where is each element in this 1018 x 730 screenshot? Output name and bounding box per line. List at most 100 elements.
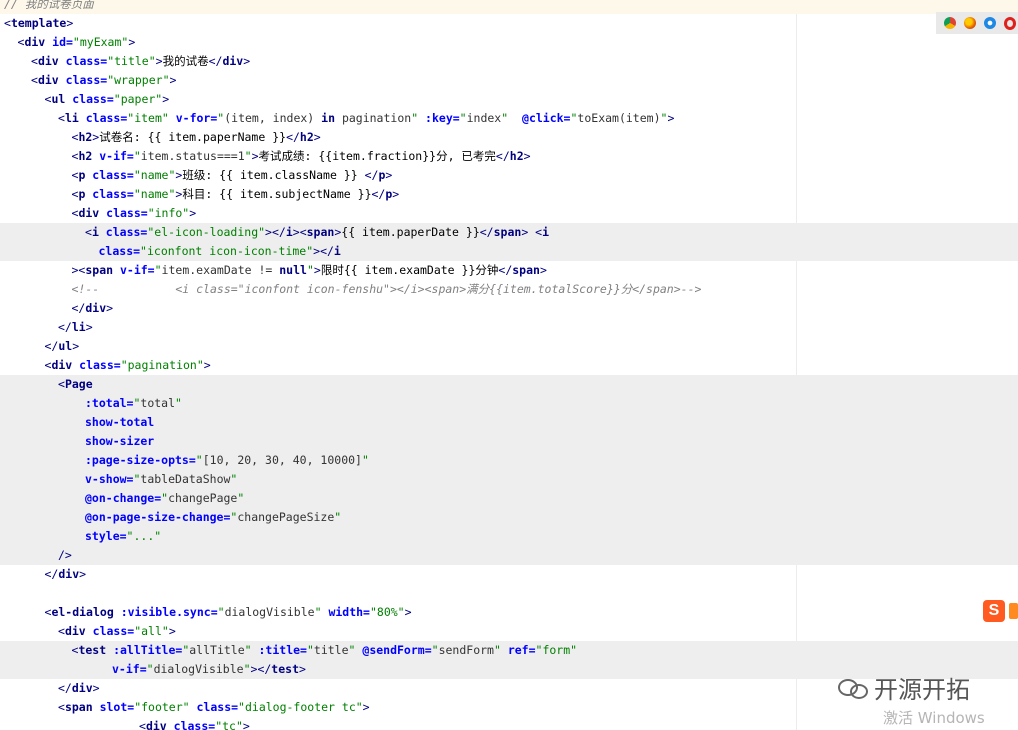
code-token: <!-- <i class="iconfont icon-fenshu"></i… [71, 282, 702, 296]
code-token: :allTitle= [113, 643, 183, 657]
code-token: div [24, 35, 53, 49]
code-line[interactable] [0, 584, 1018, 603]
code-line[interactable]: style="..." [0, 527, 1018, 546]
code-line[interactable]: <div id="myExam"> [0, 33, 1018, 52]
code-text: <ul class="paper"> [45, 90, 170, 109]
code-token: 限时{{ item.examDate }}分钟 [320, 263, 499, 277]
code-token: < [4, 16, 11, 30]
code-token: " [361, 453, 369, 467]
code-token: " [230, 472, 238, 486]
code-text: :page-size-opts="[10, 20, 30, 40, 10000]… [85, 451, 369, 470]
code-line[interactable]: <h2>试卷名: {{ item.paperName }}</h2> [0, 128, 1018, 147]
firefox-icon[interactable] [964, 17, 976, 29]
code-line[interactable]: <h2 v-if="item.status===1">考试成绩: {{item.… [0, 147, 1018, 166]
code-token: p [78, 187, 93, 201]
code-token: "pagination" [120, 358, 204, 372]
code-line[interactable]: <!-- <i class="iconfont icon-fenshu"></i… [0, 280, 1018, 299]
code-token: < [31, 73, 38, 87]
code-token: class= [173, 719, 216, 730]
code-token: class= [92, 624, 135, 638]
code-line[interactable]: :page-size-opts="[10, 20, 30, 40, 10000]… [0, 451, 1018, 470]
code-line[interactable]: <Page [0, 375, 1018, 394]
code-text: <h2 v-if="item.status===1">考试成绩: {{item.… [72, 147, 531, 166]
code-token: pagination [341, 111, 412, 125]
activate-windows-notice: 激活 Windows [883, 709, 985, 727]
code-line[interactable]: ><span v-if="item.examDate != null">限时{{… [0, 261, 1018, 280]
code-line[interactable]: <div class="tc"> [0, 717, 1018, 730]
code-line[interactable]: @on-change="changePage" [0, 489, 1018, 508]
code-text: </ul> [45, 337, 80, 356]
code-line[interactable]: show-total [0, 413, 1018, 432]
code-token: ></ [265, 225, 286, 239]
code-token: p [78, 168, 93, 182]
code-line[interactable]: :total="total" [0, 394, 1018, 413]
code-line[interactable]: v-show="tableDataShow" [0, 470, 1018, 489]
code-editor[interactable]: // 我的试卷页面 <template> <div id="myExam"> <div… [0, 0, 1018, 730]
code-line[interactable]: </ul> [0, 337, 1018, 356]
code-token: {{ item.paperDate }} [341, 225, 480, 239]
code-line[interactable]: </li> [0, 318, 1018, 337]
code-token: > [243, 54, 251, 68]
code-text: style="..." [85, 527, 161, 546]
sogou-toolbar-tail[interactable] [1009, 603, 1018, 619]
sogou-input-method-widget[interactable]: S [983, 600, 1018, 622]
code-line[interactable]: show-sizer [0, 432, 1018, 451]
code-token: class= [92, 187, 134, 201]
code-line[interactable]: // 我的试卷页面 [0, 0, 1018, 14]
code-line[interactable]: <li class="item" v-for= " (item, index) in… [0, 109, 1018, 128]
code-line[interactable]: <el-dialog :visible.sync="dialogVisible"… [0, 603, 1018, 622]
code-text: <span slot="footer" class="dialog-footer… [58, 698, 370, 717]
code-token: < [58, 111, 65, 125]
code-line[interactable]: <template> [0, 14, 1018, 33]
code-token: " [314, 605, 329, 619]
code-token: > [72, 339, 80, 353]
code-line[interactable]: @on-page-size-change="changePageSize" [0, 508, 1018, 527]
code-token: item.status===1 [140, 149, 245, 163]
code-token: v-if= [112, 662, 147, 676]
code-line[interactable]: <p class="name">班级: {{ item.className }}… [0, 166, 1018, 185]
code-token: changePage [168, 491, 238, 505]
code-token: class= [106, 206, 148, 220]
code-token: " [334, 510, 342, 524]
code-token: " [459, 111, 467, 125]
code-token: " [411, 111, 426, 125]
code-token: li [71, 320, 86, 334]
code-text: show-sizer [85, 432, 154, 451]
code-token: " [306, 263, 314, 277]
code-line[interactable]: /> [0, 546, 1018, 565]
code-token: " [175, 396, 182, 410]
opera-icon[interactable] [1004, 16, 1016, 30]
code-line[interactable]: </div> [0, 299, 1018, 318]
code-line[interactable]: <div class="title">我的试卷</div> [0, 52, 1018, 71]
code-line[interactable]: <test :allTitle="allTitle" :title="title… [0, 641, 1018, 660]
code-token: :key= [425, 111, 460, 125]
sogou-icon[interactable]: S [983, 600, 1005, 622]
code-token: "iconfont icon-icon-time" [140, 244, 314, 258]
code-token: "all" [134, 624, 169, 638]
code-token: div [71, 681, 93, 695]
code-line[interactable]: <p class="name">科目: {{ item.subjectName … [0, 185, 1018, 204]
code-token: < [85, 225, 92, 239]
code-line[interactable]: </div> [0, 565, 1018, 584]
ie-icon[interactable] [984, 17, 996, 29]
code-line[interactable]: <i class="el-icon-loading"></i><span>{{ … [0, 223, 1018, 242]
code-token: </ [495, 149, 510, 163]
wechat-icon [838, 675, 868, 699]
code-line[interactable]: <div class="wrapper"> [0, 71, 1018, 90]
code-token: "80%" [369, 605, 405, 619]
code-line[interactable]: <div class="all"> [0, 622, 1018, 641]
code-line[interactable]: <ul class="paper"> [0, 90, 1018, 109]
code-token: > [667, 111, 675, 125]
chrome-icon[interactable] [944, 17, 956, 29]
code-token: (item, index) [224, 111, 322, 125]
code-line[interactable]: <div class="info"> [0, 204, 1018, 223]
code-token: ></ [250, 662, 272, 676]
code-token: > [79, 567, 87, 581]
code-line[interactable]: class="iconfont icon-icon-time"></i [0, 242, 1018, 261]
code-token: id= [52, 35, 73, 49]
code-line[interactable]: <div class="pagination"> [0, 356, 1018, 375]
code-text: <h2>试卷名: {{ item.paperName }}</h2> [72, 128, 321, 147]
code-token: 班级: {{ item.className }} [182, 168, 365, 182]
code-token: test [271, 662, 299, 676]
code-token: >< [71, 263, 86, 277]
